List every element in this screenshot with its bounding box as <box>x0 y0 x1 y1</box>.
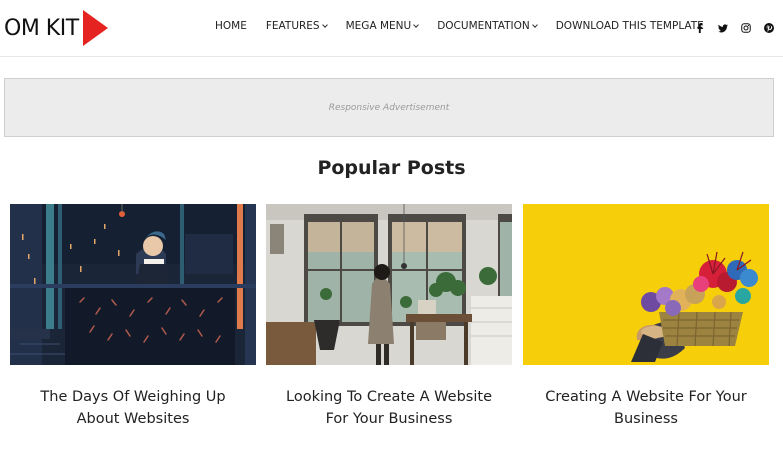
pinterest-icon[interactable] <box>761 20 777 36</box>
nav-item-features[interactable]: FEATURES <box>265 20 328 32</box>
post-thumbnail[interactable] <box>266 204 512 365</box>
play-icon <box>82 10 108 46</box>
post-card: The Days Of Weighing Up About Websites <box>10 204 256 430</box>
chevron-down-icon <box>321 21 328 28</box>
facebook-icon[interactable] <box>692 20 708 36</box>
nav-item-documentation[interactable]: DOCUMENTATION <box>437 20 538 32</box>
social-links <box>685 20 777 36</box>
nav-item-label: FEATURES <box>265 20 320 32</box>
nav-item-label: MEGA MENU <box>345 20 412 32</box>
nav-item-mega-menu[interactable]: MEGA MENU <box>345 20 420 32</box>
post-card: Looking To Create A Website For Your Bus… <box>266 204 512 430</box>
post-card: Creating A Website For Your Business <box>523 204 769 430</box>
post-title[interactable]: Creating A Website For Your Business <box>523 386 769 430</box>
chevron-down-icon <box>531 21 538 28</box>
nav-item-label: HOME <box>215 20 247 32</box>
site-header: OM KIT HOME FEATURES MEGA MENU DOCUMENTA… <box>0 0 783 57</box>
popular-posts-heading: Popular Posts <box>317 157 466 179</box>
post-title[interactable]: The Days Of Weighing Up About Websites <box>10 386 256 430</box>
post-thumbnail[interactable] <box>10 204 256 365</box>
main-nav: HOME FEATURES MEGA MENU DOCUMENTATION DO… <box>215 20 723 32</box>
instagram-icon[interactable] <box>738 20 754 36</box>
advertisement-label: Responsive Advertisement <box>328 102 450 113</box>
site-logo[interactable]: OM KIT <box>4 9 108 47</box>
nav-item-download-template[interactable]: DOWNLOAD THIS TEMPLATE <box>556 20 704 32</box>
nav-item-home[interactable]: HOME <box>215 20 247 32</box>
logo-text: OM KIT <box>4 15 79 41</box>
post-title[interactable]: Looking To Create A Website For Your Bus… <box>266 386 512 430</box>
nav-item-label: DOCUMENTATION <box>437 20 530 32</box>
nav-item-label: DOWNLOAD THIS TEMPLATE <box>555 20 704 32</box>
post-thumbnail[interactable] <box>523 204 769 365</box>
advertisement-box[interactable]: Responsive Advertisement <box>4 78 774 137</box>
twitter-icon[interactable] <box>715 20 731 36</box>
chevron-down-icon <box>413 21 420 28</box>
